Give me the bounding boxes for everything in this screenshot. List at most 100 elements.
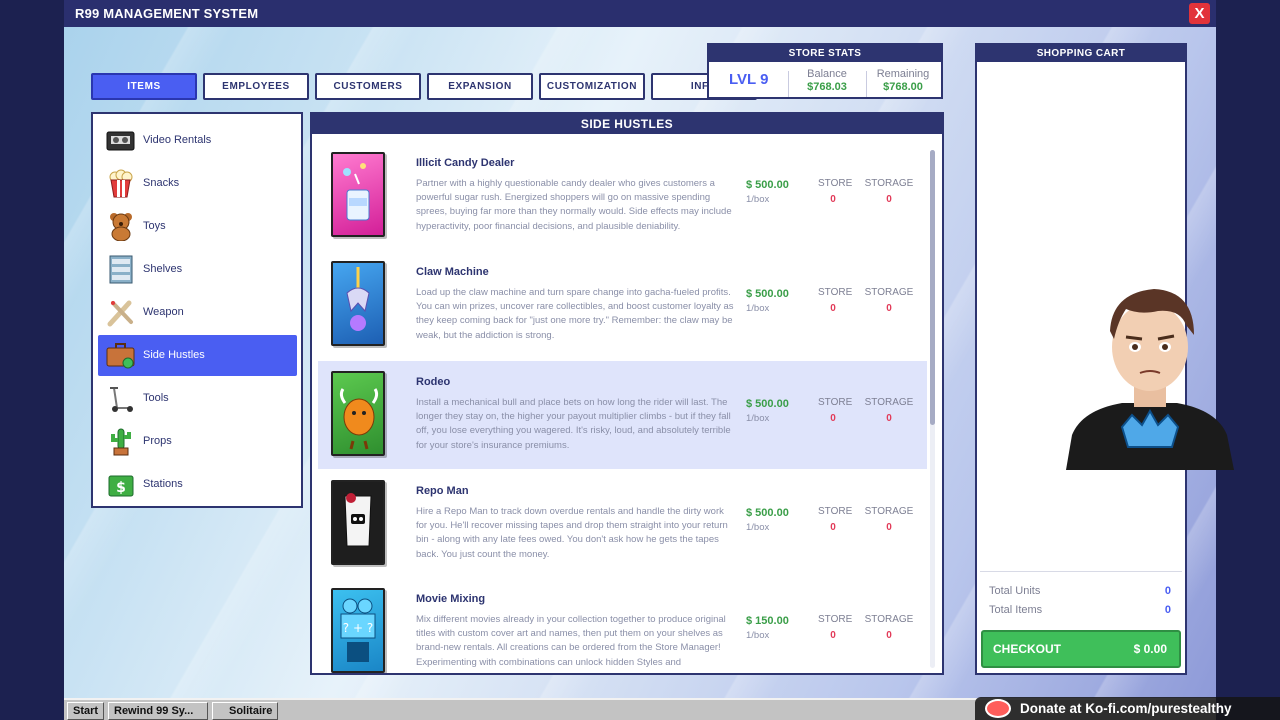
storage-label: STORAGE xyxy=(864,287,914,298)
category-list: Video Rentals Snacks Toys Shelves Weapon xyxy=(91,112,303,508)
storage-label: STORAGE xyxy=(864,506,914,517)
product-price: $ 500.00 xyxy=(746,288,789,300)
tab-employees[interactable]: EMPLOYEES xyxy=(203,73,309,100)
cactus-icon xyxy=(106,427,135,456)
popcorn-icon xyxy=(106,169,135,198)
window-titlebar: R99 MANAGEMENT SYSTEM xyxy=(64,0,1216,27)
scrollbar-thumb[interactable] xyxy=(930,150,935,425)
donate-text: Donate at Ko-fi.com/purestealthy xyxy=(1020,701,1232,716)
product-row[interactable]: Illicit Candy Dealer Partner with a high… xyxy=(318,142,927,250)
start-button[interactable]: Start xyxy=(67,702,105,720)
store-label: STORE xyxy=(818,506,853,517)
close-button[interactable]: X xyxy=(1189,3,1210,24)
product-description: Install a mechanical bull and place bets… xyxy=(416,397,731,451)
movie-mixing-card-image: ? + ? xyxy=(331,588,385,673)
product-name: Claw Machine xyxy=(416,266,489,278)
tab-items[interactable]: ITEMS xyxy=(91,73,197,100)
category-weapon[interactable]: Weapon xyxy=(98,292,297,333)
briefcase-icon xyxy=(106,341,135,370)
product-unit: 1/box xyxy=(746,522,770,533)
category-shelves[interactable]: Shelves xyxy=(98,249,297,290)
category-toys[interactable]: Toys xyxy=(98,206,297,247)
tab-expansion[interactable]: EXPANSION xyxy=(427,73,533,100)
category-side-hustles[interactable]: Side Hustles xyxy=(98,335,297,376)
svg-text:? + ?: ? + ? xyxy=(343,621,373,635)
total-units-row: Total Units 0 xyxy=(989,585,1171,597)
total-units-value: 0 xyxy=(1164,585,1171,597)
product-price: $ 150.00 xyxy=(746,615,789,627)
product-list-scrollbar[interactable] xyxy=(930,150,935,668)
category-label: Video Rentals xyxy=(143,134,212,146)
category-label: Tools xyxy=(143,392,169,404)
remaining-stat: Remaining $768.00 xyxy=(864,68,942,93)
category-props[interactable]: Props xyxy=(98,421,297,462)
taskbar-solitaire-button[interactable]: Solitaire xyxy=(212,702,279,720)
store-count: 0 xyxy=(830,630,836,641)
store-level: LVL 9 xyxy=(729,71,769,88)
category-stations[interactable]: $ Stations xyxy=(98,464,297,505)
product-unit: 1/box xyxy=(746,303,770,314)
management-window: R99 MANAGEMENT SYSTEM X ITEMS EMPLOYEES … xyxy=(64,0,1216,698)
side-hustles-panel: SIDE HUSTLES Illicit Candy Dealer Partne… xyxy=(310,112,944,675)
remaining-label: Remaining xyxy=(876,68,930,80)
bat-icon xyxy=(106,298,135,327)
scooter-icon xyxy=(106,384,135,413)
storage-count: 0 xyxy=(886,630,892,641)
shelf-icon xyxy=(106,255,135,284)
storage-label: STORAGE xyxy=(864,614,914,625)
total-units-label: Total Units xyxy=(989,585,1041,597)
shopping-cart-title: SHOPPING CART xyxy=(977,45,1185,62)
balance-label: Balance xyxy=(807,68,847,80)
total-items-value: 0 xyxy=(1164,604,1171,616)
checkout-label: CHECKOUT xyxy=(993,642,1061,656)
product-row[interactable]: ? + ? Movie Mixing Mix different movies … xyxy=(318,578,927,673)
product-unit: 1/box xyxy=(746,413,770,424)
checkout-button[interactable]: CHECKOUT $ 0.00 xyxy=(981,630,1181,668)
store-count: 0 xyxy=(830,413,836,424)
tab-customization[interactable]: CUSTOMIZATION xyxy=(539,73,645,100)
product-row[interactable]: Claw Machine Load up the claw machine an… xyxy=(318,251,927,359)
product-description: Partner with a highly questionable candy… xyxy=(416,178,732,232)
repo-man-card-image xyxy=(331,480,385,565)
store-count: 0 xyxy=(830,522,836,533)
product-name: Repo Man xyxy=(416,485,469,497)
product-price: $ 500.00 xyxy=(746,507,789,519)
product-unit: 1/box xyxy=(746,630,770,641)
balance-stat: Balance $768.03 xyxy=(788,68,866,93)
storage-label: STORAGE xyxy=(864,397,914,408)
remaining-value: $768.00 xyxy=(883,81,923,93)
store-count: 0 xyxy=(830,303,836,314)
cart-divider xyxy=(980,571,1182,572)
streamer-avatar xyxy=(1062,275,1237,470)
teddy-bear-icon xyxy=(106,212,135,241)
checkout-amount: $ 0.00 xyxy=(1133,642,1167,656)
cash-icon: $ xyxy=(106,470,135,499)
category-label: Props xyxy=(143,435,172,447)
candy-dealer-card-image xyxy=(331,152,385,237)
storage-count: 0 xyxy=(886,194,892,205)
store-label: STORE xyxy=(818,614,853,625)
donate-banner: Donate at Ko-fi.com/purestealthy xyxy=(975,697,1280,720)
store-stats-title: STORE STATS xyxy=(709,45,941,62)
storage-count: 0 xyxy=(886,522,892,533)
storage-count: 0 xyxy=(886,303,892,314)
product-row-selected[interactable]: Rodeo Install a mechanical bull and plac… xyxy=(318,361,927,469)
product-row[interactable]: Repo Man Hire a Repo Man to track down o… xyxy=(318,470,927,578)
product-name: Rodeo xyxy=(416,376,451,388)
product-description: Mix different movies already in your col… xyxy=(416,614,726,668)
category-label: Toys xyxy=(143,220,166,232)
solitaire-label: Solitaire xyxy=(229,705,273,717)
storage-count: 0 xyxy=(886,413,892,424)
category-snacks[interactable]: Snacks xyxy=(98,163,297,204)
taskbar-window-button[interactable]: Rewind 99 Sy... xyxy=(108,702,208,720)
store-count: 0 xyxy=(830,194,836,205)
total-items-row: Total Items 0 xyxy=(989,604,1171,616)
category-tools[interactable]: Tools xyxy=(98,378,297,419)
category-video-rentals[interactable]: Video Rentals xyxy=(98,120,297,161)
tab-customers[interactable]: CUSTOMERS xyxy=(315,73,421,100)
vhs-tape-icon xyxy=(106,126,135,155)
side-hustles-title: SIDE HUSTLES xyxy=(312,114,942,134)
heart-cup-icon xyxy=(985,699,1011,718)
category-label: Shelves xyxy=(143,263,183,275)
category-label: Stations xyxy=(143,478,183,490)
